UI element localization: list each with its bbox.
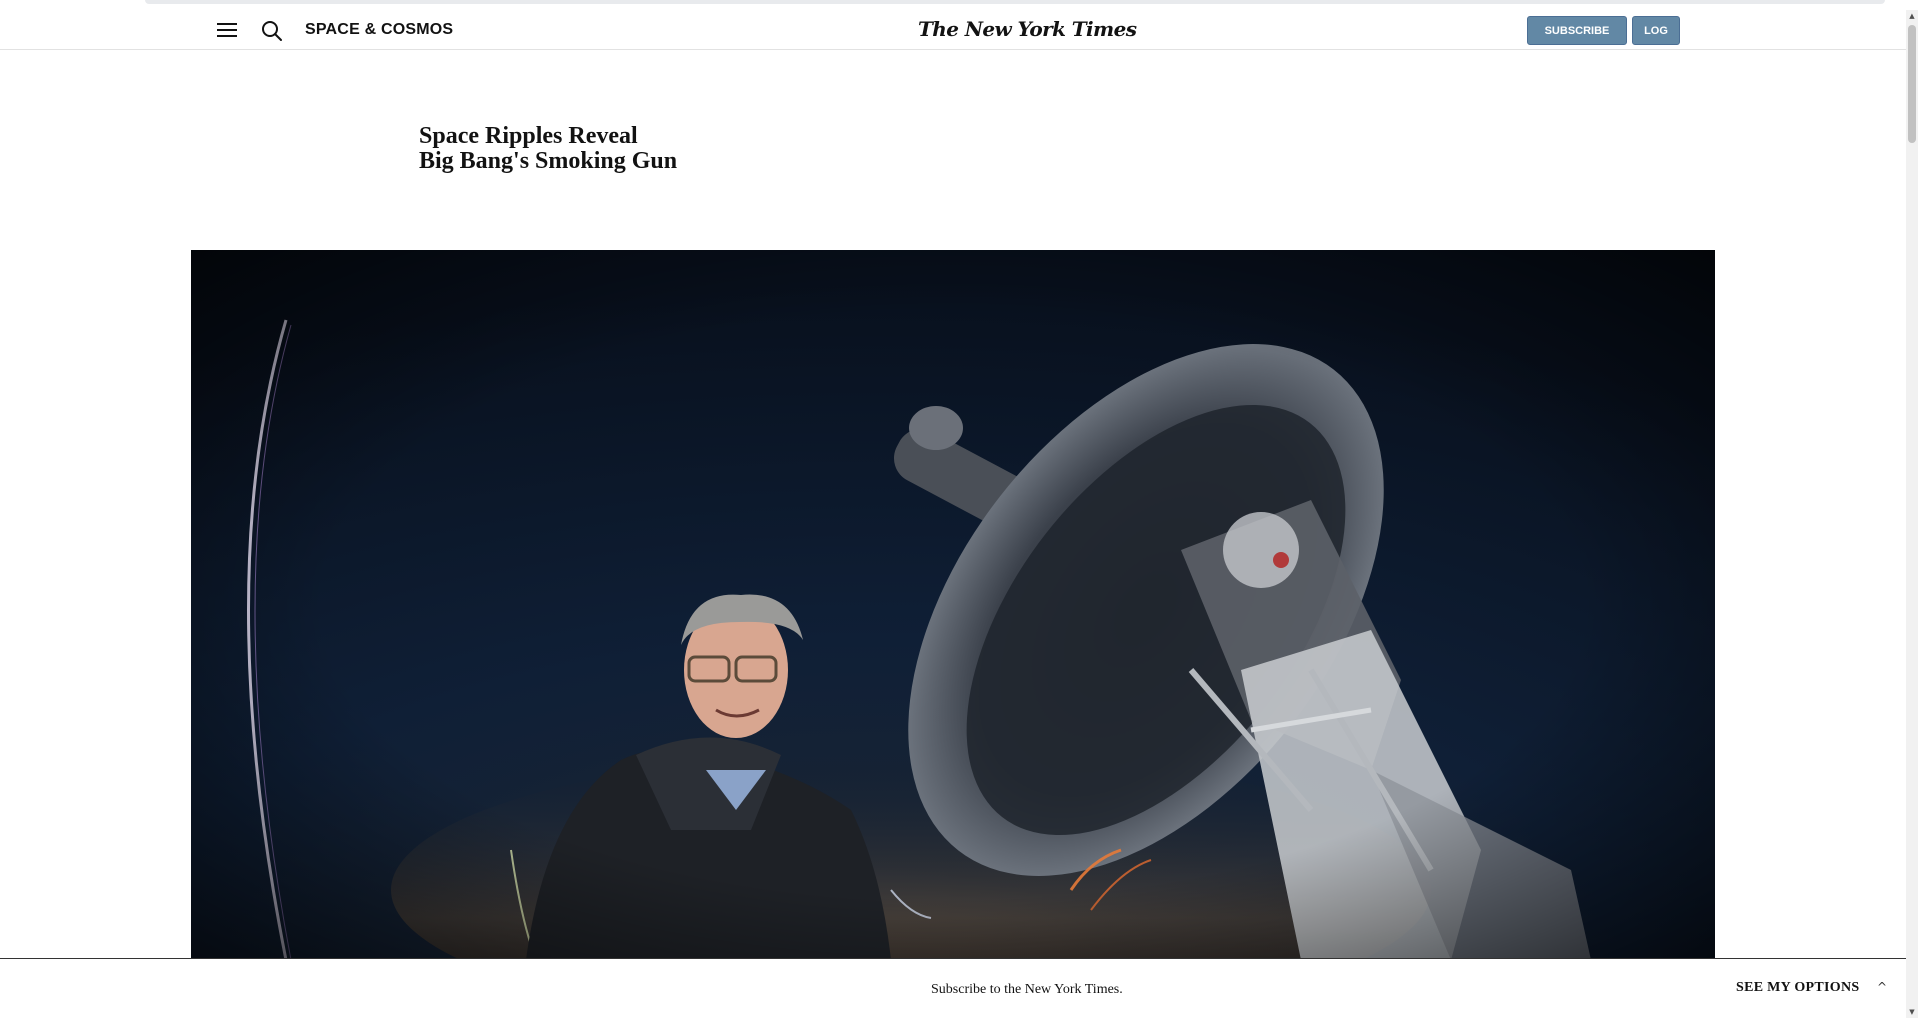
subscription-banner: Subscribe to the New York Times. SEE MY … [0, 958, 1906, 1018]
masthead: SPACE & COSMOS The New York Times SUBSCR… [0, 10, 1906, 64]
subscribe-now-button[interactable]: SUBSCRIBE NOW [1527, 16, 1627, 64]
article-headline: Space Ripples Reveal Big Bang's Smoking … [419, 123, 678, 174]
browser-top-strip [0, 0, 1918, 10]
scrollbar-thumb[interactable] [1908, 25, 1916, 143]
hamburger-menu-icon[interactable] [215, 19, 239, 41]
scroll-up-arrow-icon[interactable]: ▲ [1906, 10, 1918, 22]
subscription-banner-text: Subscribe to the New York Times. [931, 982, 1123, 997]
scroll-down-arrow-icon[interactable]: ▼ [1906, 1006, 1918, 1018]
browser-chrome-edge [145, 0, 1885, 4]
page-scrollbar[interactable]: ▲ ▼ [1906, 10, 1918, 1018]
hero-image [191, 250, 1715, 960]
section-name-link[interactable]: SPACE & COSMOS [305, 20, 453, 40]
nyt-logo[interactable]: The New York Times [918, 16, 1137, 42]
log-in-button[interactable]: LOG IN [1632, 16, 1680, 64]
chevron-up-icon[interactable]: ^ [1877, 979, 1887, 995]
see-my-options-button[interactable]: SEE MY OPTIONS [1736, 979, 1859, 997]
search-icon[interactable] [259, 18, 285, 44]
